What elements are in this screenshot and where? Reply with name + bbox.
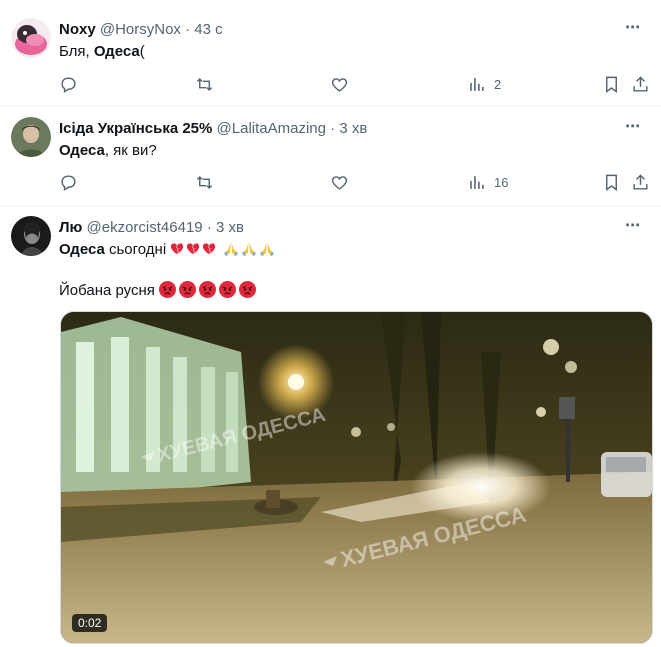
bookmark-button[interactable] bbox=[602, 172, 621, 192]
repost-button[interactable] bbox=[195, 74, 214, 94]
tweet-text: Бля, Одеса( bbox=[59, 42, 145, 62]
author-handle[interactable]: @HorsyNox bbox=[100, 21, 181, 38]
video-player[interactable]: ХУЕВАЯ ОДЕССА ХУЕВАЯ ОДЕССА 0:02 bbox=[60, 311, 653, 644]
reply-button[interactable] bbox=[59, 74, 78, 94]
tweet-2[interactable]: Ісіда Українська 25% @LalitaAmazing · 3 … bbox=[0, 107, 661, 205]
author-name[interactable]: Лю bbox=[59, 219, 82, 236]
bookmark-button[interactable] bbox=[602, 74, 621, 94]
tweet-time[interactable]: · 43 с bbox=[185, 21, 223, 38]
tweet-text-bold: Одеса bbox=[59, 142, 105, 159]
tweet-text-bold: Одеса bbox=[93, 43, 140, 60]
tweet-1[interactable]: Noxy @HorsyNox · 43 с ⋯ Бля, Одеса( 2 bbox=[0, 0, 661, 106]
tweet-actions: 16 bbox=[59, 172, 648, 192]
author-name[interactable]: Noxy bbox=[59, 21, 96, 38]
tweet-text-part: , як ви? bbox=[104, 142, 157, 159]
broken-heart-icon bbox=[171, 243, 184, 255]
bookmark-icon bbox=[606, 174, 617, 191]
tweet-header: Лю @ekzorcist46419 · 3 хв bbox=[59, 218, 244, 238]
views-button[interactable]: 2 bbox=[467, 74, 501, 94]
more-options-icon[interactable]: ⋯ bbox=[625, 18, 641, 36]
praying-hands-icon bbox=[241, 243, 256, 256]
share-icon bbox=[633, 173, 648, 190]
views-count: 16 bbox=[494, 174, 509, 190]
author-handle[interactable]: @ekzorcist46419 bbox=[87, 219, 203, 236]
tweet-text-part: сьогодні bbox=[104, 241, 167, 258]
share-icon bbox=[633, 75, 648, 92]
repost-icon bbox=[196, 175, 213, 189]
tweet-text-part: Бля, bbox=[59, 43, 94, 60]
tweet-text-bold: Одеса bbox=[59, 241, 105, 258]
video-frame: ХУЕВАЯ ОДЕССА ХУЕВАЯ ОДЕССА bbox=[61, 312, 652, 643]
like-button[interactable] bbox=[330, 74, 349, 94]
angry-face-icon bbox=[159, 281, 177, 298]
praying-hands-icon bbox=[223, 243, 238, 256]
author-name[interactable]: Ісіда Українська 25% bbox=[59, 120, 212, 137]
views-count: 2 bbox=[494, 76, 502, 92]
avatar-liu[interactable] bbox=[11, 216, 51, 256]
angry-face-icon bbox=[179, 281, 197, 298]
angry-face-icon bbox=[239, 281, 257, 298]
tweet-text-line-2: Йобана русня bbox=[59, 281, 259, 301]
praying-hands-icon bbox=[259, 243, 274, 256]
tweet-time[interactable]: · 3 хв bbox=[207, 219, 244, 236]
tweet-header: Ісіда Українська 25% @LalitaAmazing · 3 … bbox=[59, 119, 367, 139]
heart-icon bbox=[331, 175, 348, 190]
share-button[interactable] bbox=[631, 74, 650, 94]
tweet-text-part: Йобана русня bbox=[59, 282, 155, 299]
tweet-text-part: ( bbox=[139, 43, 145, 60]
analytics-icon bbox=[470, 77, 484, 91]
bookmark-icon bbox=[606, 76, 617, 93]
broken-heart-icon bbox=[203, 243, 216, 255]
reply-icon bbox=[61, 76, 76, 93]
reply-icon bbox=[61, 174, 76, 191]
tweet-text: Одеса сьогодні bbox=[59, 240, 277, 260]
repost-icon bbox=[196, 77, 213, 91]
tweet-text: Одеса, як ви? bbox=[59, 141, 157, 161]
broken-heart-icon bbox=[187, 243, 200, 255]
avatar-lalita[interactable] bbox=[11, 117, 51, 157]
avatar-noxy[interactable] bbox=[11, 18, 51, 58]
heart-icon bbox=[331, 77, 348, 92]
tweet-actions: 2 bbox=[59, 74, 648, 94]
reply-button[interactable] bbox=[59, 172, 78, 192]
share-button[interactable] bbox=[631, 172, 650, 192]
tweet-time[interactable]: · 3 хв bbox=[330, 120, 367, 137]
like-button[interactable] bbox=[330, 172, 349, 192]
repost-button[interactable] bbox=[195, 172, 214, 192]
analytics-icon bbox=[470, 175, 484, 189]
angry-face-icon bbox=[199, 281, 217, 298]
more-options-icon[interactable]: ⋯ bbox=[625, 216, 641, 234]
views-button[interactable]: 16 bbox=[467, 172, 508, 192]
angry-face-icon bbox=[219, 281, 237, 298]
tweet-header: Noxy @HorsyNox · 43 с bbox=[59, 20, 223, 40]
more-options-icon[interactable]: ⋯ bbox=[625, 117, 641, 135]
author-handle[interactable]: @LalitaAmazing bbox=[217, 120, 326, 137]
video-duration: 0:02 bbox=[72, 614, 108, 632]
